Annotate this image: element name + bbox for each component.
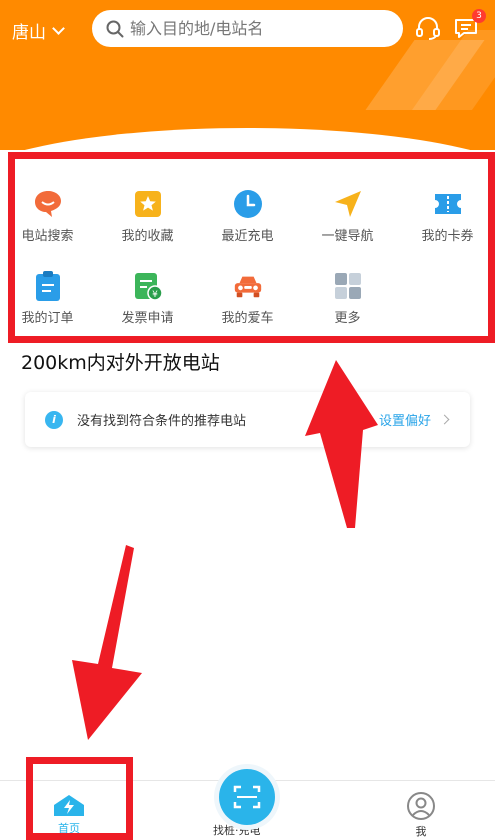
search-icon <box>106 20 124 37</box>
notice-message: 没有找到符合条件的推荐电站 <box>77 414 247 429</box>
notice-card: i 没有找到符合条件的推荐电站 设置偏好 <box>25 392 470 447</box>
tab-label: 找桩·充电 <box>213 824 261 837</box>
set-preference-link[interactable]: 设置偏好 <box>378 410 450 429</box>
annotation-box-shortcuts <box>8 152 495 343</box>
tab-me[interactable]: 我 <box>405 792 437 839</box>
arrow-to-home-tab <box>72 545 142 740</box>
chevron-right-icon <box>439 414 450 425</box>
scan-charge-button[interactable] <box>219 769 275 825</box>
headset-icon[interactable] <box>414 14 442 42</box>
search-bar[interactable] <box>92 10 403 47</box>
info-icon: i <box>45 410 63 429</box>
city-selector[interactable]: 唐山 <box>12 18 65 43</box>
tab-label: 我 <box>415 825 427 838</box>
city-name: 唐山 <box>12 23 46 43</box>
chevron-down-icon <box>52 21 65 35</box>
set-preference-label: 设置偏好 <box>378 414 431 429</box>
header-curve <box>0 128 495 150</box>
annotation-box-home-tab <box>26 757 133 840</box>
user-icon <box>407 792 435 820</box>
message-badge: 3 <box>472 9 486 23</box>
search-input[interactable] <box>130 19 380 38</box>
section-title: 200km内对外开放电站 <box>21 352 220 374</box>
scan-icon <box>233 785 261 809</box>
